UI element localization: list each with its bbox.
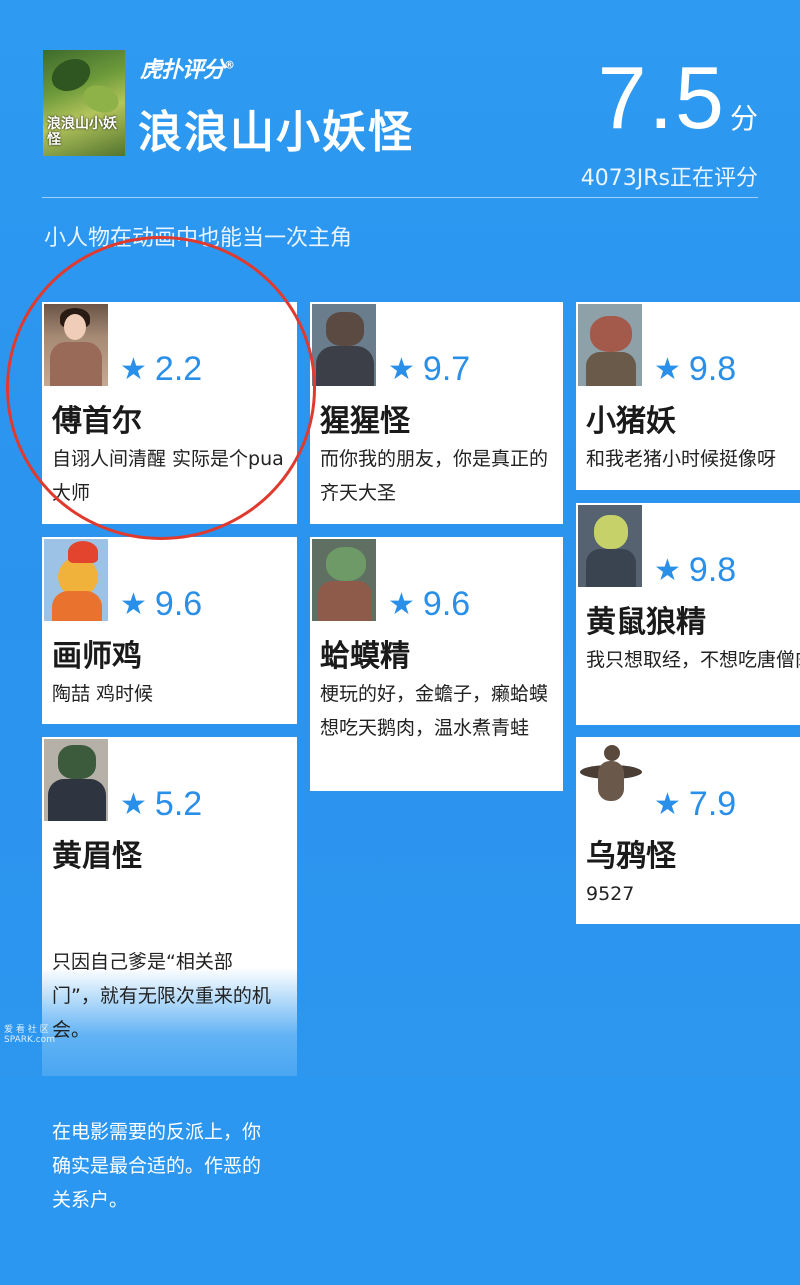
character-comment: 只因自己爹是“相关部门”，就有无限次重来的机会。 在电影需要的反派上，你确实是最… — [52, 877, 273, 1285]
registered-mark: ® — [224, 58, 235, 72]
crow-portrait-icon — [578, 739, 642, 821]
character-rating: ★ 9.8 — [654, 551, 736, 590]
character-rating: ★ 2.2 — [120, 350, 202, 389]
character-card[interactable]: ★ 9.6 蛤蟆精 梗玩的好，金蟾子，癞蛤蟆想吃天鹅肉，温水煮青蛙 — [310, 537, 563, 791]
rating-value: 9.6 — [154, 585, 203, 623]
star-icon: ★ — [120, 588, 147, 621]
watermark: 爱 看 社 区 SPARK.com — [4, 1025, 55, 1045]
character-card[interactable]: ★ 9.8 小猪妖 和我老猪小时候挺像呀 — [576, 302, 800, 490]
page-subtitle: 小人物在动画中也能当一次主角 — [44, 226, 353, 251]
star-icon: ★ — [654, 788, 681, 821]
poster-title: 浪浪山小妖怪 — [47, 116, 117, 148]
character-card[interactable]: ★ 9.6 画师鸡 陶喆 鸡时候 — [42, 537, 297, 724]
divider — [42, 197, 758, 198]
character-comment: 9527 — [586, 883, 635, 905]
star-icon: ★ — [654, 554, 681, 587]
rating-value: 2.2 — [154, 350, 203, 388]
star-icon: ★ — [654, 353, 681, 386]
rating-value: 9.6 — [422, 585, 471, 623]
rating-value: 9.8 — [688, 350, 737, 388]
yellow-brow-portrait-icon — [44, 739, 108, 821]
star-icon: ★ — [388, 353, 415, 386]
ape-portrait-icon — [312, 304, 376, 386]
character-name: 黄鼠狼精 — [586, 605, 706, 640]
character-comment: 而你我的朋友，你是真正的齐天大圣 — [320, 448, 549, 504]
character-card[interactable]: ★ 5.2 黄眉怪 只因自己爹是“相关部门”，就有无限次重来的机会。 在电影需要的… — [42, 737, 297, 1211]
character-card[interactable]: ★ 9.7 猩猩怪 而你我的朋友，你是真正的齐天大圣 — [310, 302, 563, 524]
character-name: 蛤蟆精 — [320, 639, 410, 674]
rating-value: 9.8 — [688, 551, 737, 589]
woman-portrait-icon — [44, 304, 108, 386]
rooster-portrait-icon — [44, 539, 108, 621]
page-title: 浪浪山小妖怪 — [138, 107, 414, 158]
movie-poster[interactable]: 浪浪山小妖怪 — [43, 50, 125, 156]
overall-score: 7.5 分 — [598, 52, 758, 144]
weasel-portrait-icon — [578, 505, 642, 587]
character-card[interactable]: ★ 2.2 傅首尔 自诩人间清醒 实际是个pua大师 — [42, 302, 297, 524]
app-logo: 虎扑评分® — [140, 52, 235, 84]
character-name: 小猪妖 — [586, 404, 676, 439]
character-card[interactable]: ★ 7.9 乌鸦怪 9527 — [576, 737, 800, 924]
character-card[interactable]: ★ 9.8 黄鼠狼精 我只想取经，不想吃唐僧肉 — [576, 503, 800, 725]
character-rating: ★ 9.7 — [388, 350, 470, 389]
character-rating: ★ 9.6 — [388, 585, 470, 624]
pig-portrait-icon — [578, 304, 642, 386]
character-comment: 梗玩的好，金蟾子，癞蛤蟆想吃天鹅肉，温水煮青蛙 — [320, 683, 549, 739]
character-comment: 我只想取经，不想吃唐僧肉 — [586, 649, 800, 671]
score-value: 7.5 — [597, 48, 726, 147]
character-rating: ★ 7.9 — [654, 785, 736, 824]
character-name: 猩猩怪 — [320, 404, 410, 439]
character-rating: ★ 9.8 — [654, 350, 736, 389]
rating-value: 7.9 — [688, 785, 737, 823]
character-comment: 陶喆 鸡时候 — [52, 683, 154, 705]
score-unit: 分 — [729, 102, 758, 135]
rating-value: 9.7 — [422, 350, 471, 388]
logo-text: 虎扑评分 — [140, 58, 225, 83]
comment-extra: 在电影需要的反派上，你确实是最合适的。作恶的关系户。 — [52, 1121, 262, 1211]
rating-value: 5.2 — [154, 785, 203, 823]
comment-main: 只因自己爹是“相关部门”，就有无限次重来的机会。 — [52, 951, 271, 1041]
character-name: 画师鸡 — [52, 639, 142, 674]
character-name: 傅首尔 — [52, 404, 142, 439]
star-icon: ★ — [388, 588, 415, 621]
character-comment: 自诩人间清醒 实际是个pua大师 — [52, 448, 284, 504]
rating-count: 4073JRs正在评分 — [580, 166, 758, 191]
character-rating: ★ 9.6 — [120, 585, 202, 624]
character-name: 乌鸦怪 — [586, 839, 676, 874]
star-icon: ★ — [120, 788, 147, 821]
star-icon: ★ — [120, 353, 147, 386]
character-name: 黄眉怪 — [52, 839, 142, 874]
toad-portrait-icon — [312, 539, 376, 621]
character-rating: ★ 5.2 — [120, 785, 202, 824]
character-comment: 和我老猪小时候挺像呀 — [586, 448, 777, 470]
